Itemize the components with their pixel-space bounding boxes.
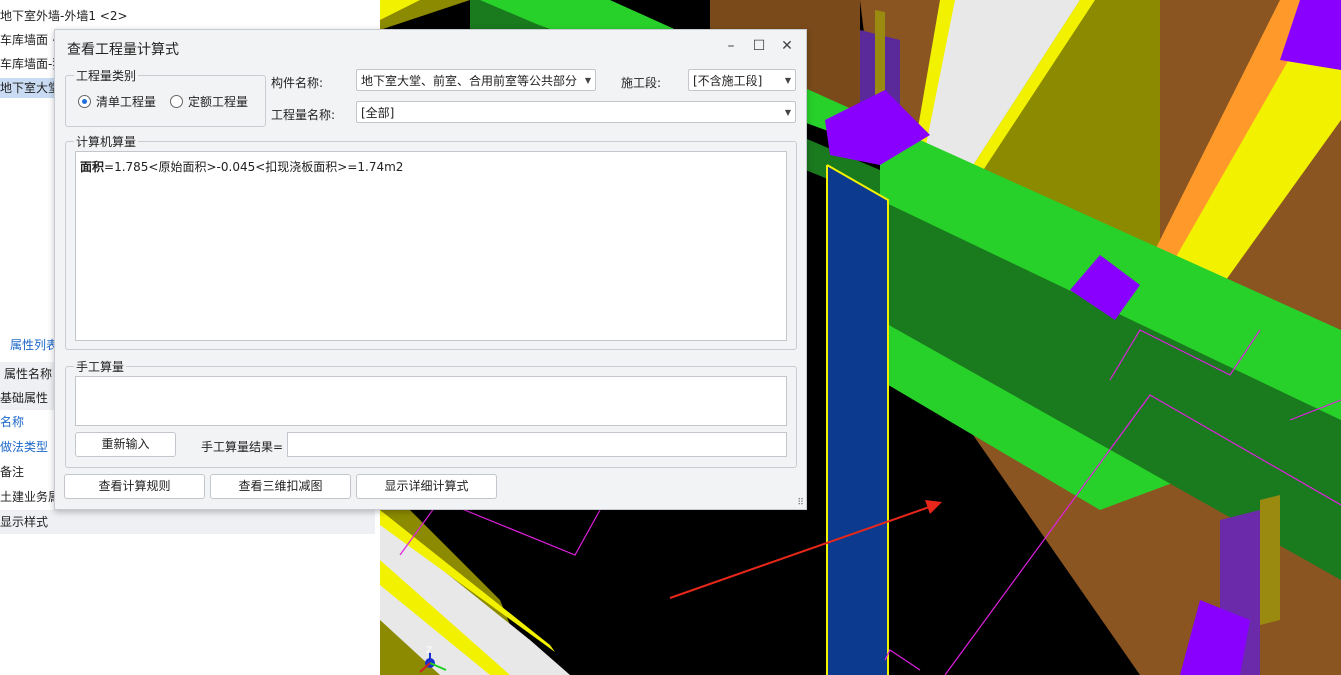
radio-bill-quantity[interactable]: 清单工程量 (78, 94, 156, 110)
manual-calc-label: 手工算量 (74, 358, 127, 375)
chevron-down-icon: ▼ (784, 108, 791, 117)
quantity-name-value: [全部] (361, 106, 395, 120)
view-3d-deduction-button[interactable]: 查看三维扣减图 (210, 474, 351, 499)
reinput-button[interactable]: 重新输入 (75, 432, 176, 457)
component-name-label: 构件名称: (271, 76, 324, 90)
tree-item[interactable]: 地下室外墙-外墙1 <2> (0, 6, 128, 26)
view-calc-rules-button[interactable]: 查看计算规则 (64, 474, 205, 499)
component-name-select[interactable]: 地下室大堂、前室、合用前室等公共部分 ▼ (356, 69, 596, 91)
tree-item-selected[interactable]: 地下室大堂 (0, 78, 60, 98)
property-name-header: 属性名称 (4, 367, 53, 381)
property-group-row[interactable]: 显示样式 (0, 510, 375, 534)
stage-select[interactable]: [不含施工段] ▼ (688, 69, 796, 91)
quantity-category-group: 工程量类别 清单工程量 定额工程量 (65, 67, 266, 127)
formula-display[interactable]: 面积=1.785<原始面积>-0.045<扣现浇板面积>=1.74m2 (75, 151, 787, 341)
radio-checked-icon (78, 95, 91, 108)
chevron-down-icon: ▼ (784, 76, 791, 85)
stage-label: 施工段: (621, 76, 662, 90)
radio-bill-label: 清单工程量 (96, 95, 157, 109)
tree-item[interactable]: 车库墙面 < (0, 30, 62, 50)
computer-calc-group: 计算机算量 面积=1.785<原始面积>-0.045<扣现浇板面积>=1.74m… (65, 133, 797, 350)
axis-z-label: Z (426, 646, 433, 656)
radio-quota-quantity[interactable]: 定额工程量 (170, 94, 248, 110)
quantity-name-label: 工程量名称: (271, 108, 336, 122)
resize-grip-icon[interactable]: ⠿ (797, 498, 804, 508)
stage-value: [不含施工段] (693, 74, 763, 88)
formula-expression: =1.785<原始面积>-0.045<扣现浇板面积>=1.74m2 (104, 160, 404, 174)
manual-result-label: 手工算量结果= (201, 440, 284, 454)
maximize-icon[interactable]: ☐ (751, 38, 767, 54)
computer-calc-label: 计算机算量 (74, 133, 139, 150)
manual-formula-input[interactable] (75, 376, 787, 426)
chevron-down-icon: ▼ (584, 76, 591, 85)
formula-text: 面积=1.785<原始面积>-0.045<扣现浇板面积>=1.74m2 (80, 158, 403, 175)
show-detailed-formula-button[interactable]: 显示详细计算式 (356, 474, 497, 499)
manual-result-field[interactable] (287, 432, 787, 457)
radio-quota-label: 定额工程量 (188, 95, 249, 109)
quantity-category-label: 工程量类别 (74, 67, 139, 84)
quantity-name-select[interactable]: [全部] ▼ (356, 101, 796, 123)
component-name-value: 地下室大堂、前室、合用前室等公共部分 (361, 74, 578, 88)
quantity-formula-dialog: 查看工程量计算式 – ☐ ✕ 工程量类别 清单工程量 定额工程量 构件名称: 地… (54, 29, 807, 510)
formula-name: 面积 (80, 160, 105, 174)
radio-unchecked-icon (170, 95, 183, 108)
minimize-icon[interactable]: – (723, 38, 739, 54)
close-icon[interactable]: ✕ (779, 38, 795, 54)
dialog-title: 查看工程量计算式 (67, 42, 179, 58)
manual-calc-group: 手工算量 重新输入 手工算量结果= (65, 358, 797, 468)
